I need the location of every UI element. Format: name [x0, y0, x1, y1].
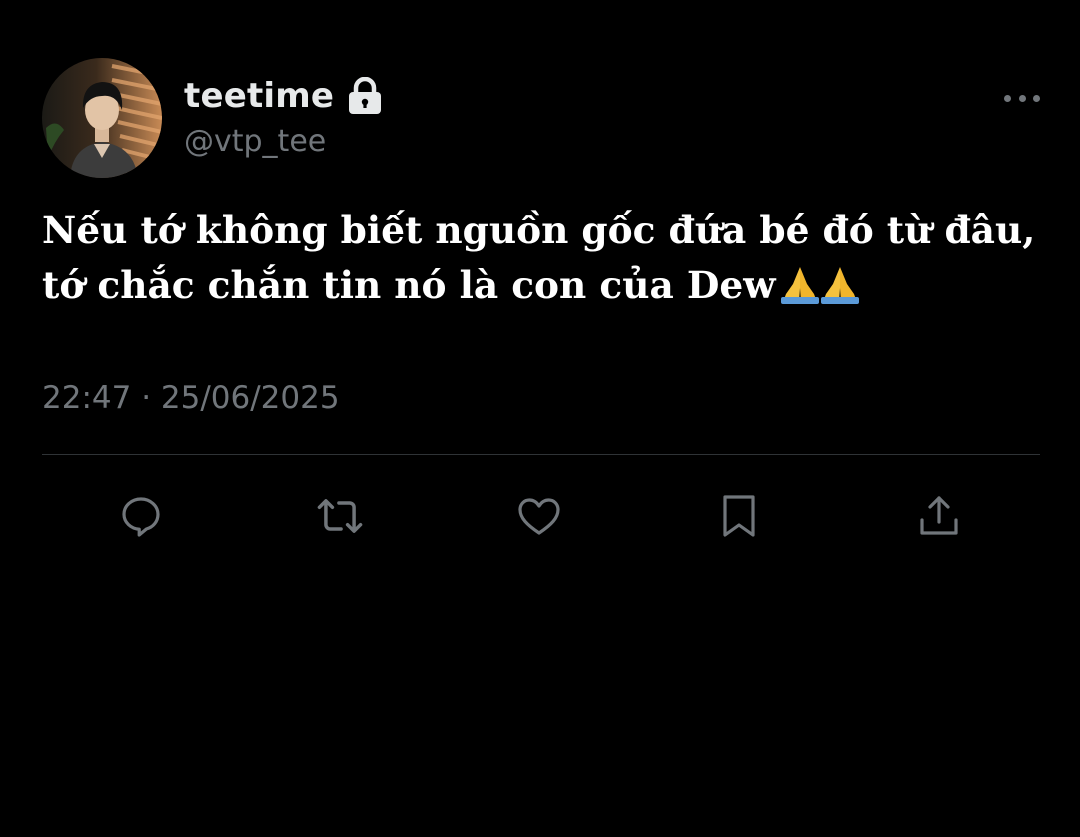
like-button[interactable] [513, 490, 565, 542]
display-name[interactable]: teetime [184, 76, 334, 116]
heart-icon [518, 498, 560, 535]
more-options-icon[interactable] [1004, 88, 1040, 108]
retweet-button[interactable] [314, 490, 366, 542]
reply-icon [122, 497, 160, 537]
share-icon [920, 496, 958, 535]
tweet-timestamp[interactable]: 22:47 · 25/06/2025 [42, 380, 340, 416]
bookmark-button[interactable] [713, 490, 765, 542]
tweet-text-line-2-text: tớ chắc chắn tin nó là con của Dew [42, 263, 776, 307]
tweet-header: teetime @vtp_tee [42, 58, 1040, 178]
user-names: teetime @vtp_tee [184, 76, 382, 159]
share-button[interactable] [913, 490, 965, 542]
user-handle[interactable]: @vtp_tee [184, 124, 382, 159]
avatar[interactable] [42, 58, 162, 178]
folded-hands-emoji [781, 264, 860, 319]
tweet-text-line-2: tớ chắc chắn tin nó là con của Dew [42, 258, 1078, 319]
reply-button[interactable] [115, 490, 167, 542]
divider [42, 454, 1040, 455]
tweet-text-line-1: Nếu tớ không biết nguồn gốc đứa bé đó từ… [42, 208, 1036, 252]
retweet-icon [317, 499, 363, 533]
tweet-text: Nếu tớ không biết nguồn gốc đứa bé đó từ… [42, 203, 1078, 319]
bookmark-icon [723, 495, 755, 537]
display-name-row: teetime [184, 76, 382, 116]
tweet: teetime @vtp_tee Nếu tớ không biết nguồn… [42, 58, 1040, 537]
action-bar [42, 490, 1040, 542]
lock-icon [348, 76, 382, 116]
